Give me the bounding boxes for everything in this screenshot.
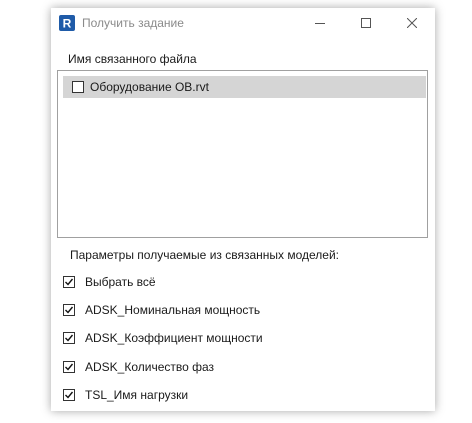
file-checkbox[interactable] — [72, 81, 84, 93]
close-button[interactable] — [389, 8, 435, 38]
param-row[interactable]: ADSK_Количество фаз — [51, 357, 435, 377]
file-name: Оборудование ОВ.rvt — [90, 80, 209, 94]
linked-files-listbox[interactable]: Оборудование ОВ.rvt — [57, 70, 428, 238]
param-row[interactable]: ADSK_Коэффициент мощности — [51, 328, 435, 348]
linked-files-label: Имя связанного файла — [68, 52, 197, 66]
window-title: Получить задание — [82, 16, 184, 30]
param-checkbox[interactable] — [63, 332, 75, 344]
minimize-button[interactable] — [297, 8, 343, 38]
param-label: ADSK_Количество фаз — [85, 360, 215, 374]
checkmark-icon — [65, 334, 74, 342]
select-all-row[interactable]: Выбрать всё — [51, 272, 435, 292]
param-row[interactable]: TSL_Имя нагрузки — [51, 385, 435, 405]
svg-text:R: R — [63, 17, 72, 31]
select-all-label: Выбрать всё — [85, 275, 156, 289]
close-icon — [407, 18, 417, 28]
title-bar[interactable]: R Получить задание — [51, 8, 435, 38]
minimize-icon — [315, 23, 325, 24]
param-label: ADSK_Номинальная мощность — [85, 303, 261, 317]
dialog-window: R Получить задание Имя связанного файла … — [51, 8, 435, 411]
param-checkbox[interactable] — [63, 389, 75, 401]
select-all-checkbox[interactable] — [63, 276, 75, 288]
param-label: ADSK_Коэффициент мощности — [85, 331, 263, 345]
checkmark-icon — [65, 306, 74, 314]
maximize-button[interactable] — [343, 8, 389, 38]
checkmark-icon — [65, 363, 74, 371]
checkmark-icon — [65, 278, 74, 286]
param-label: TSL_Имя нагрузки — [85, 388, 189, 402]
revit-logo-icon: R — [59, 15, 75, 31]
param-checkbox[interactable] — [63, 304, 75, 316]
list-item[interactable]: Оборудование ОВ.rvt — [63, 76, 426, 98]
param-row[interactable]: ADSK_Номинальная мощность — [51, 300, 435, 320]
parameters-label: Параметры получаемые из связанных моделе… — [70, 248, 340, 262]
checkmark-icon — [65, 391, 74, 399]
maximize-icon — [361, 18, 371, 28]
param-checkbox[interactable] — [63, 361, 75, 373]
